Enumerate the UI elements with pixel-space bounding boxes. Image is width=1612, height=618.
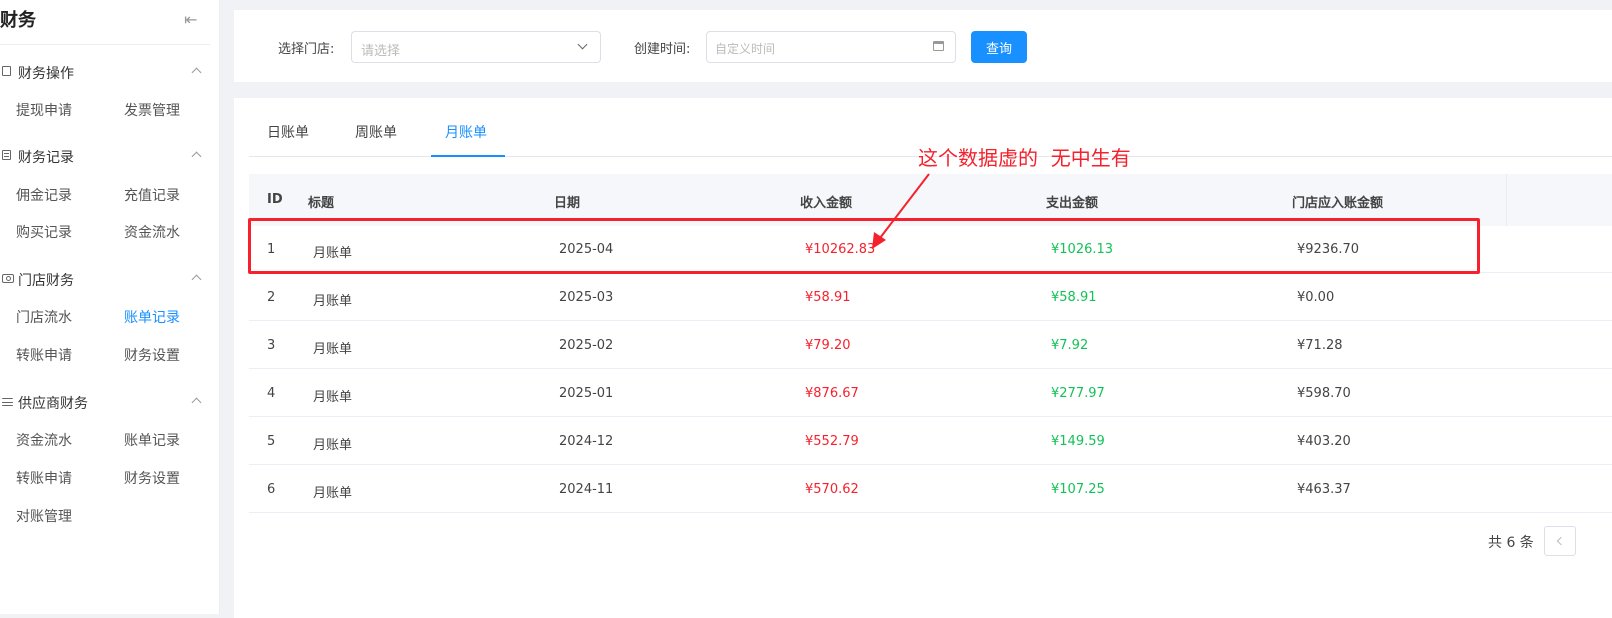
annotation-arrow	[872, 173, 930, 249]
